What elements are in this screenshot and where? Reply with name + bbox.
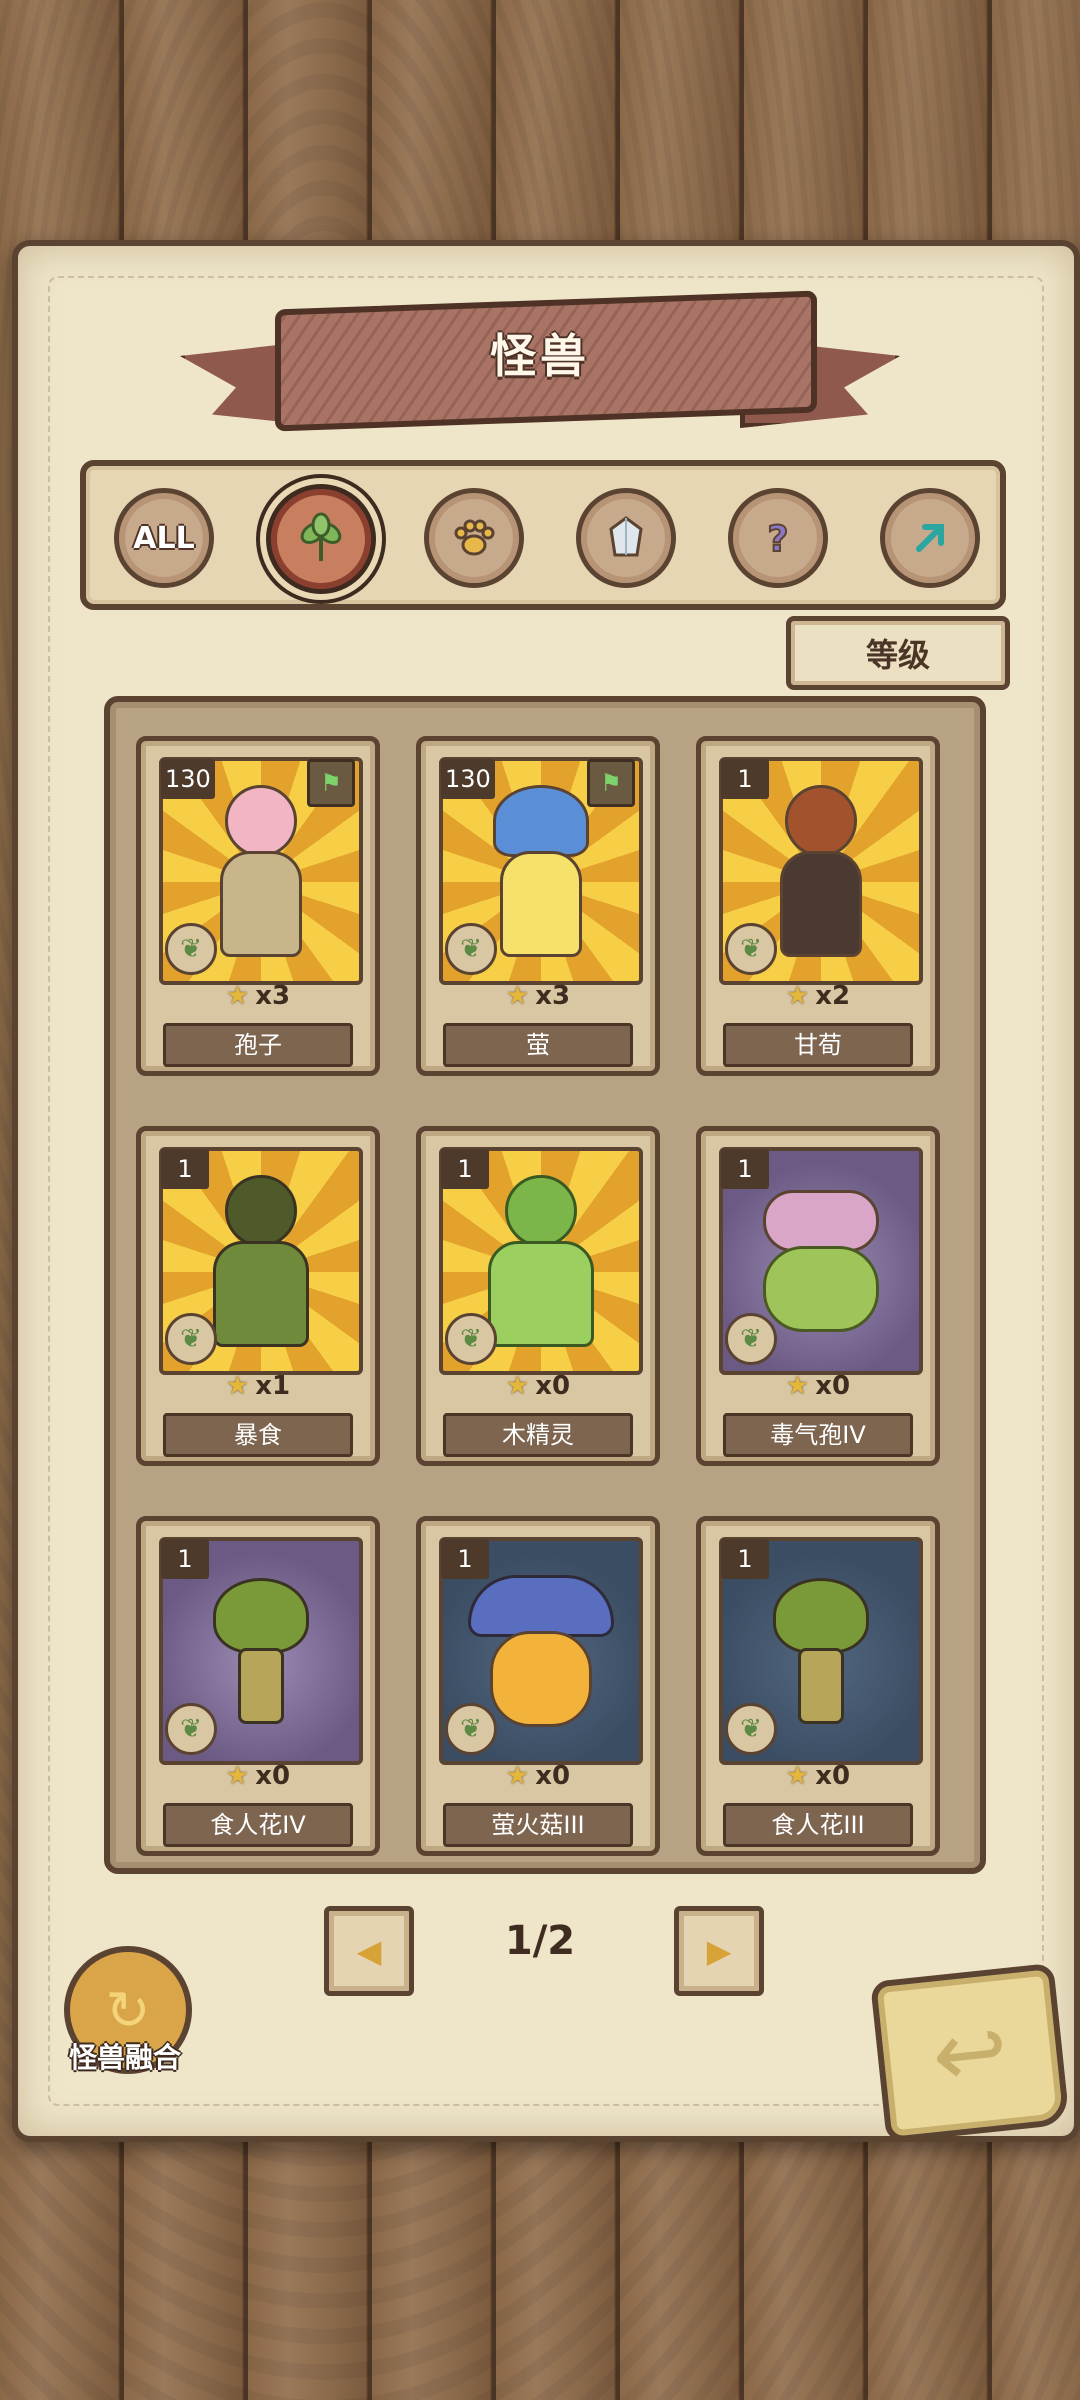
card-count: x0 bbox=[535, 1371, 571, 1401]
star-icon: ★ bbox=[785, 1371, 810, 1401]
chevron-left-icon: ◀ bbox=[356, 1932, 382, 1970]
rune-icon bbox=[916, 524, 944, 552]
monster-card[interactable]: 1 ❦ ★ x0 食人花IV bbox=[136, 1516, 380, 1856]
card-count: x2 bbox=[815, 981, 851, 1011]
level-badge: 130 bbox=[441, 759, 495, 799]
flag-icon: ⚑ bbox=[587, 759, 635, 807]
monster-fusion-button[interactable]: ↻ 怪兽融合 bbox=[56, 1946, 192, 2076]
card-name: 暴食 bbox=[163, 1413, 353, 1457]
back-button[interactable]: ↩ bbox=[870, 1962, 1070, 2144]
card-count: x3 bbox=[535, 981, 571, 1011]
svg-text:?: ? bbox=[768, 519, 789, 560]
filter-mineral-button[interactable] bbox=[576, 488, 676, 588]
plant-type-icon: ❦ bbox=[445, 1703, 497, 1755]
monster-card[interactable]: 1 ❦ ★ x0 食人花III bbox=[696, 1516, 940, 1856]
plant-type-icon: ❦ bbox=[445, 923, 497, 975]
level-badge: 1 bbox=[161, 1149, 209, 1189]
star-icon: ★ bbox=[225, 1761, 250, 1791]
plant-type-icon: ❦ bbox=[725, 1703, 777, 1755]
star-icon: ★ bbox=[505, 981, 530, 1011]
card-count: x0 bbox=[535, 1761, 571, 1791]
monster-card[interactable]: 1 ❦ ★ x0 木精灵 bbox=[416, 1126, 660, 1466]
plant-type-icon: ❦ bbox=[165, 1313, 217, 1365]
level-badge: 1 bbox=[721, 1539, 769, 1579]
monster-card[interactable]: 1 ❦ ★ x1 暴食 bbox=[136, 1126, 380, 1466]
paw-icon bbox=[454, 519, 495, 556]
filter-special-button[interactable] bbox=[880, 488, 980, 588]
plant-type-icon: ❦ bbox=[165, 923, 217, 975]
level-badge: 1 bbox=[161, 1539, 209, 1579]
star-icon: ★ bbox=[505, 1761, 530, 1791]
monster-card[interactable]: 1 ❦ ★ x0 萤火菇III bbox=[416, 1516, 660, 1856]
star-icon: ★ bbox=[225, 981, 250, 1011]
card-count: x0 bbox=[815, 1761, 851, 1791]
filter-beast-button[interactable] bbox=[424, 488, 524, 588]
card-name: 毒气孢IV bbox=[723, 1413, 913, 1457]
question-icon: ? bbox=[767, 518, 790, 561]
crystal-icon bbox=[609, 516, 643, 557]
filter-plant-button[interactable] bbox=[266, 484, 376, 594]
star-icon: ★ bbox=[785, 981, 810, 1011]
next-page-button[interactable]: ▶ bbox=[674, 1906, 764, 1996]
level-badge: 1 bbox=[721, 1149, 769, 1189]
page-title: 怪兽 bbox=[490, 329, 590, 383]
leaf-icon bbox=[300, 512, 342, 561]
plant-type-icon: ❦ bbox=[725, 923, 777, 975]
monster-grid: 130 ⚑ ❦ ★ x3 孢子 130 ⚑ ❦ ★ x3 萤 1 ❦ ★ x2 甘荀 … bbox=[104, 696, 986, 1874]
page-indicator: 1/2 bbox=[504, 1918, 576, 1964]
card-name: 食人花IV bbox=[163, 1803, 353, 1847]
card-count: x0 bbox=[815, 1371, 851, 1401]
card-name: 甘荀 bbox=[723, 1023, 913, 1067]
monster-card[interactable]: 130 ⚑ ❦ ★ x3 萤 bbox=[416, 736, 660, 1076]
plant-type-icon: ❦ bbox=[445, 1313, 497, 1365]
plant-type-icon: ❦ bbox=[725, 1313, 777, 1365]
monster-card[interactable]: 130 ⚑ ❦ ★ x3 孢子 bbox=[136, 736, 380, 1076]
level-badge: 1 bbox=[441, 1539, 489, 1579]
star-icon: ★ bbox=[505, 1371, 530, 1401]
filter-unknown-button[interactable]: ? bbox=[728, 488, 828, 588]
star-icon: ★ bbox=[785, 1761, 810, 1791]
card-name: 木精灵 bbox=[443, 1413, 633, 1457]
monster-card[interactable]: 1 ❦ ★ x0 毒气孢IV bbox=[696, 1126, 940, 1466]
level-badge: 130 bbox=[161, 759, 215, 799]
plant-type-icon: ❦ bbox=[165, 1703, 217, 1755]
return-arrow-icon: ↩ bbox=[927, 1996, 1013, 2110]
card-count: x1 bbox=[255, 1371, 291, 1401]
card-name: 孢子 bbox=[163, 1023, 353, 1067]
level-badge: 1 bbox=[441, 1149, 489, 1189]
filter-bar: ALL ? bbox=[80, 460, 1006, 610]
filter-all-label: ALL bbox=[133, 520, 195, 556]
title-banner: 怪兽 bbox=[180, 290, 900, 450]
flag-icon: ⚑ bbox=[307, 759, 355, 807]
card-name: 食人花III bbox=[723, 1803, 913, 1847]
sort-by-level-button[interactable]: 等级 bbox=[786, 616, 1010, 690]
fusion-label: 怪兽融合 bbox=[68, 2041, 181, 2074]
level-badge: 1 bbox=[721, 759, 769, 799]
card-count: x0 bbox=[255, 1761, 291, 1791]
card-name: 萤 bbox=[443, 1023, 633, 1067]
card-count: x3 bbox=[255, 981, 291, 1011]
chevron-right-icon: ▶ bbox=[706, 1932, 732, 1970]
monster-card[interactable]: 1 ❦ ★ x2 甘荀 bbox=[696, 736, 940, 1076]
prev-page-button[interactable]: ◀ bbox=[324, 1906, 414, 1996]
star-icon: ★ bbox=[225, 1371, 250, 1401]
filter-all-button[interactable]: ALL bbox=[114, 488, 214, 588]
card-name: 萤火菇III bbox=[443, 1803, 633, 1847]
